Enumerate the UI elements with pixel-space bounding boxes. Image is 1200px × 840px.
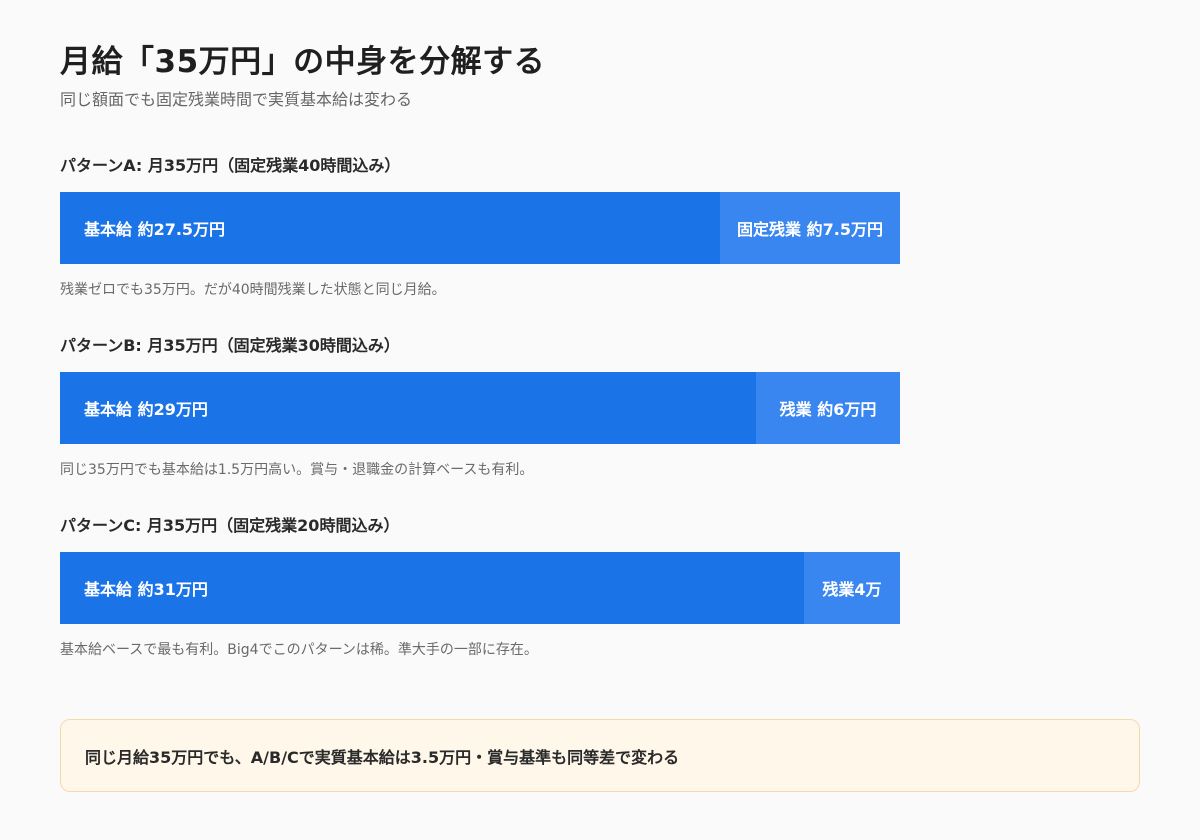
overtime-segment: 固定残業 約7.5万円 [720, 192, 900, 264]
base-salary-segment: 基本給 約27.5万円 [60, 192, 720, 264]
base-salary-label: 基本給 約29万円 [84, 400, 208, 419]
page-title: 月給「35万円」の中身を分解する [60, 44, 546, 80]
base-salary-label: 基本給 約27.5万円 [84, 220, 226, 239]
salary-bar: 基本給 約29万円 残業 約6万円 [60, 372, 900, 444]
overtime-segment: 残業4万 [804, 552, 900, 624]
pattern-label: パターンA: 月35万円（固定残業40時間込み） [60, 156, 401, 175]
summary-text: 同じ月給35万円でも、A/B/Cで実質基本給は3.5万円・賞与基準も同等差で変わ… [85, 747, 680, 767]
pattern-note: 基本給ベースで最も有利。Big4でこのパターンは稀。準大手の一部に存在。 [60, 642, 538, 658]
page-subtitle: 同じ額面でも固定残業時間で実質基本給は変わる [60, 90, 413, 109]
base-salary-label: 基本給 約31万円 [84, 580, 208, 599]
overtime-label: 固定残業 約7.5万円 [737, 220, 883, 239]
base-salary-segment: 基本給 約29万円 [60, 372, 756, 444]
pattern-note: 残業ゼロでも35万円。だが40時間残業した状態と同じ月給。 [60, 282, 446, 298]
salary-bar: 基本給 約27.5万円 固定残業 約7.5万円 [60, 192, 900, 264]
summary-callout: 同じ月給35万円でも、A/B/Cで実質基本給は3.5万円・賞与基準も同等差で変わ… [60, 719, 1140, 792]
overtime-label: 残業 約6万円 [779, 400, 877, 419]
base-salary-segment: 基本給 約31万円 [60, 552, 804, 624]
salary-bar: 基本給 約31万円 残業4万 [60, 552, 900, 624]
pattern-label: パターンC: 月35万円（固定残業20時間込み） [60, 516, 400, 535]
pattern-label: パターンB: 月35万円（固定残業30時間込み） [60, 336, 400, 355]
overtime-segment: 残業 約6万円 [756, 372, 900, 444]
pattern-note: 同じ35万円でも基本給は1.5万円高い。賞与・退職金の計算ベースも有利。 [60, 462, 534, 478]
overtime-label: 残業4万 [822, 580, 882, 599]
